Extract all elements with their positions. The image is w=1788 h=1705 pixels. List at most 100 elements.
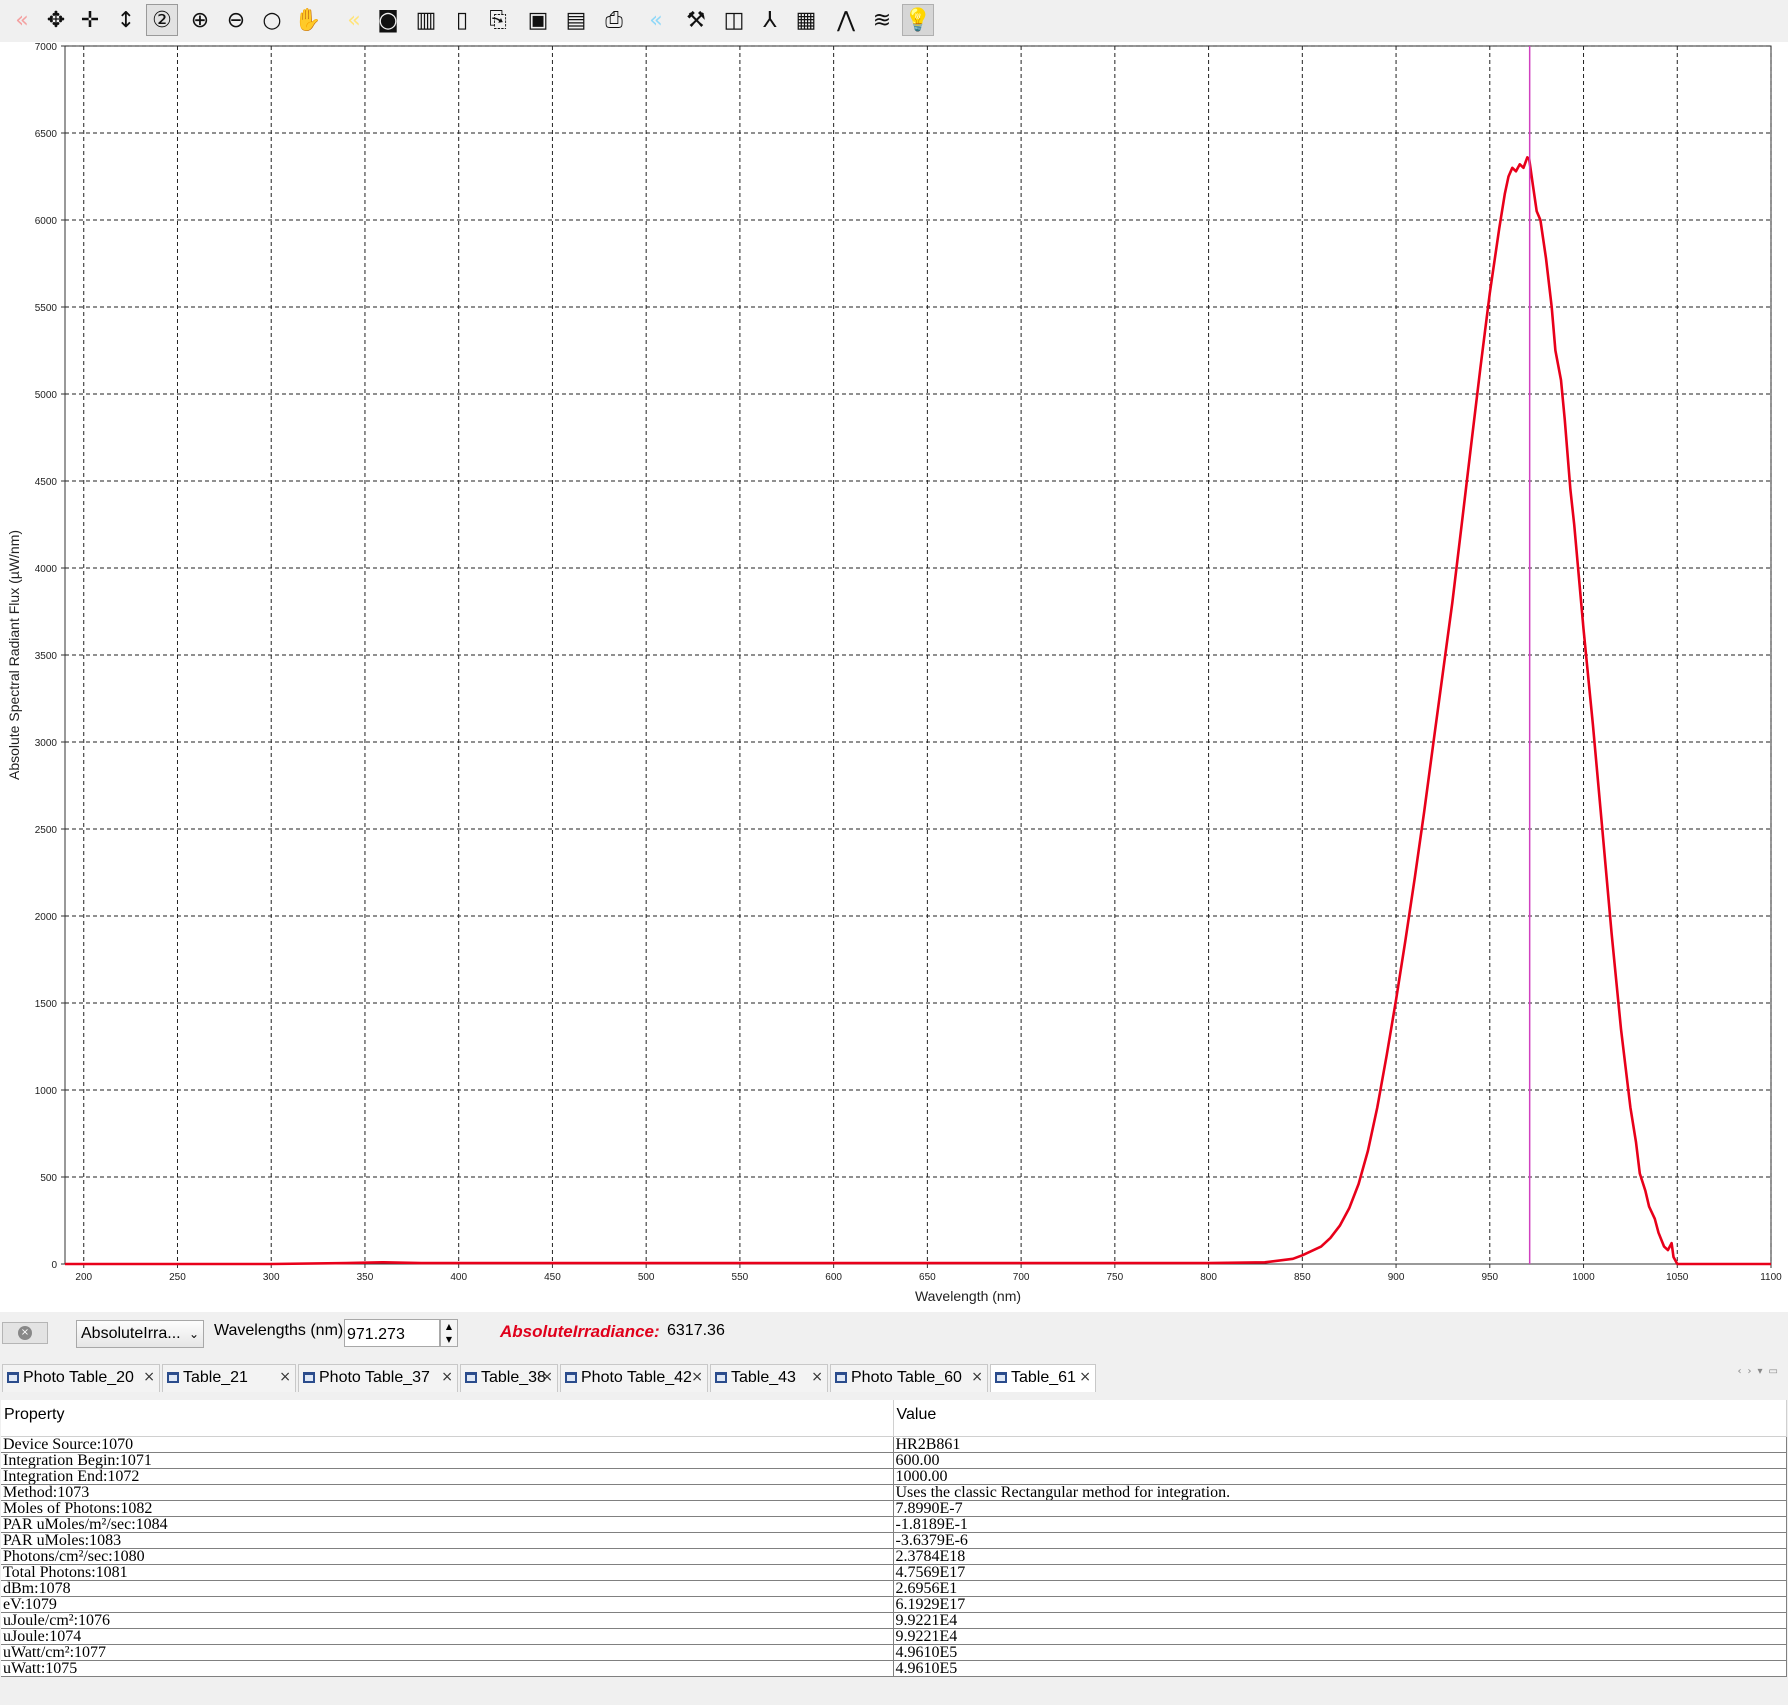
table-row[interactable]: uJoule:1074 9.9221E4	[1, 1628, 1787, 1645]
property-cell: Moles of Photons:1082	[1, 1500, 894, 1517]
trash-icon: ▥	[415, 7, 437, 33]
x-tick-label: 400	[450, 1272, 467, 1283]
tab-photo-table-37[interactable]: Photo Table_37 ×	[298, 1364, 458, 1392]
table-row[interactable]: uWatt/cm²:1077 4.9610E5	[1, 1644, 1787, 1661]
table-row[interactable]: eV:1079 6.1929E17	[1, 1596, 1787, 1613]
zoom-level-icon: ②	[152, 7, 172, 33]
x-tick-label: 450	[544, 1272, 561, 1283]
toolbar: « ✥ ✛ ↕ ② ⊕ ⊖ ○ ✋ « ◙ ▥ ▯ ⎘ ▣ ▤ ⎙ « ⚒ ◫ ⅄ ▦ ⋀ ≋ 💡	[0, 0, 1788, 42]
property-cell: Total Photons:1081	[1, 1564, 894, 1581]
table-row[interactable]: PAR uMoles/m²/sec:1084 -1.8189E-1	[1, 1516, 1787, 1533]
pan-hand-button[interactable]: ✋	[292, 4, 324, 36]
move-button[interactable]: ✥	[40, 4, 72, 36]
vertical-resize-button[interactable]: ↕	[110, 4, 142, 36]
y-tick-label: 500	[40, 1173, 57, 1184]
column-header-value[interactable]: Value	[893, 1400, 1787, 1437]
table-row[interactable]: Integration End:1072 1000.00	[1, 1468, 1787, 1485]
y-tick-label: 6500	[35, 129, 58, 140]
back-icon: «	[15, 7, 29, 33]
tab-close-icon[interactable]: ×	[279, 1369, 291, 1385]
tab-close-icon[interactable]: ×	[691, 1369, 703, 1385]
tools-button[interactable]: ⚒	[680, 4, 712, 36]
x-tick-label: 500	[638, 1272, 655, 1283]
lightbulb-button[interactable]: 💡	[902, 4, 934, 36]
peak-marker-button[interactable]: ⅄	[754, 4, 786, 36]
table-row[interactable]: PAR uMoles:1083 -3.6379E-6	[1, 1532, 1787, 1549]
tab-close-icon[interactable]: ×	[143, 1369, 155, 1385]
table-button[interactable]: ▦	[790, 4, 822, 36]
printer-button[interactable]: ⎙	[598, 4, 630, 36]
y-tick-label: 5500	[35, 303, 58, 314]
overlay-button[interactable]: ≋	[866, 4, 898, 36]
property-cell: dBm:1078	[1, 1580, 894, 1597]
x-axis-title: Wavelength (nm)	[915, 1288, 1021, 1304]
property-cell: uWatt/cm²:1077	[1, 1644, 894, 1661]
irradiance-label: AbsoluteIrradiance:	[500, 1322, 660, 1341]
tab-photo-table-60[interactable]: Photo Table_60 ×	[830, 1364, 988, 1392]
save-button[interactable]: ▣	[522, 4, 554, 36]
trash-button[interactable]: ▥	[410, 4, 442, 36]
table-row[interactable]: Total Photons:1081 4.7569E17	[1, 1564, 1787, 1581]
tab-table-21[interactable]: Table_21 ×	[162, 1364, 296, 1392]
x-tick-label: 900	[1388, 1272, 1405, 1283]
tab-photo-table-20[interactable]: Photo Table_20 ×	[2, 1364, 160, 1392]
value-cell: 2.3784E18	[893, 1548, 1787, 1565]
tab-table-38[interactable]: Table_38 ×	[460, 1364, 558, 1392]
y-tick-label: 7000	[35, 42, 58, 53]
column-header-property[interactable]: Property	[1, 1400, 894, 1437]
close-chart-button[interactable]: ×	[2, 1322, 48, 1344]
chevron-down-icon: ⌄	[188, 1327, 199, 1341]
value-cell: HR2B861	[893, 1436, 1787, 1453]
x-tick-label: 1050	[1666, 1272, 1689, 1283]
zoom-level-button[interactable]: ②	[146, 4, 178, 36]
tab-close-icon[interactable]: ×	[441, 1369, 453, 1385]
tab-photo-table-42[interactable]: Photo Table_42 ×	[560, 1364, 708, 1392]
table-row[interactable]: Moles of Photons:1082 7.8990E-7	[1, 1500, 1787, 1517]
property-cell: PAR uMoles:1083	[1, 1532, 894, 1549]
wavelength-stepper[interactable]: ▲ ▼	[440, 1319, 458, 1347]
table-row[interactable]: uJoule/cm²:1076 9.9221E4	[1, 1612, 1787, 1629]
table-row[interactable]: Method:1073 Uses the classic Rectangular …	[1, 1484, 1787, 1501]
tab-navigation-icons[interactable]: ‹›▾▭	[1738, 1366, 1784, 1377]
measurement-type-select[interactable]: AbsoluteIrra... ⌄	[76, 1320, 204, 1348]
table-row[interactable]: dBm:1078 2.6956E1	[1, 1580, 1787, 1597]
tab-label: Photo Table_60	[851, 1369, 962, 1386]
zoom-fit-button[interactable]: ○	[256, 4, 288, 36]
y-tick-label: 2000	[35, 912, 58, 923]
tab-close-icon[interactable]: ×	[811, 1369, 823, 1385]
back-button[interactable]: «	[6, 4, 38, 36]
spectrum-chart[interactable]: 200 250 300 350 400 450 500 550 600 650 700 750 800 8…	[0, 42, 1788, 1312]
wavelength-input[interactable]	[344, 1319, 440, 1347]
property-cell: PAR uMoles/m²/sec:1084	[1, 1516, 894, 1533]
forward-button[interactable]: «	[338, 4, 370, 36]
crosshair-button[interactable]: ✛	[74, 4, 106, 36]
table-row[interactable]: Device Source:1070 HR2B861	[1, 1436, 1787, 1453]
tab-close-icon[interactable]: ×	[1079, 1369, 1091, 1385]
report-button[interactable]: ▤	[560, 4, 592, 36]
y-tick-label: 6000	[35, 216, 58, 227]
rewind-button[interactable]: «	[640, 4, 672, 36]
value-cell: 6.1929E17	[893, 1596, 1787, 1613]
tab-label: Table_61	[1011, 1369, 1076, 1386]
tab-close-icon[interactable]: ×	[541, 1369, 553, 1385]
zoom-out-icon: ⊖	[226, 7, 246, 33]
irradiance-value: 6317.36	[667, 1322, 725, 1339]
zoom-out-button[interactable]: ⊖	[220, 4, 252, 36]
printer-icon: ⎙	[605, 7, 623, 33]
peaks-button[interactable]: ⋀	[830, 4, 862, 36]
tab-close-icon[interactable]: ×	[971, 1369, 983, 1385]
tools-icon: ⚒	[686, 7, 706, 33]
rewind-icon: «	[649, 7, 663, 33]
table-row[interactable]: Integration Begin:1071 600.00	[1, 1452, 1787, 1469]
export-button[interactable]: ⎘	[482, 4, 514, 36]
tab-table-43[interactable]: Table_43 ×	[710, 1364, 828, 1392]
chart-svg[interactable]: 200 250 300 350 400 450 500 550 600 650 700 750 800 8…	[0, 42, 1788, 1312]
camera-button[interactable]: ◙	[372, 4, 404, 36]
document-button[interactable]: ▯	[446, 4, 478, 36]
table-row[interactable]: uWatt:1075 4.9610E5	[1, 1660, 1787, 1677]
table-row[interactable]: Photons/cm²/sec:1080 2.3784E18	[1, 1548, 1787, 1565]
tab-table-61[interactable]: Table_61 ×	[990, 1364, 1096, 1392]
x-tick-label: 950	[1481, 1272, 1498, 1283]
spectrum-button[interactable]: ◫	[718, 4, 750, 36]
zoom-in-button[interactable]: ⊕	[184, 4, 216, 36]
